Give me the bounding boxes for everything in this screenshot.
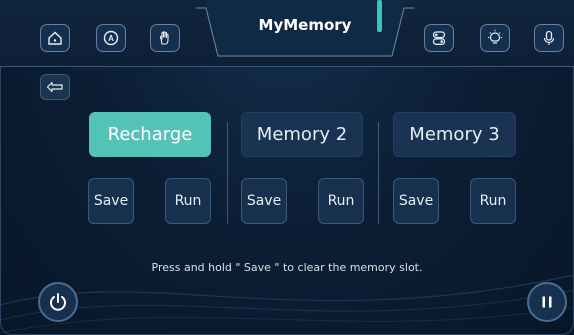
light-button[interactable] xyxy=(480,24,510,52)
back-button[interactable] xyxy=(40,74,70,100)
run-label: Run xyxy=(327,193,355,209)
memory-slot-label: Memory 2 xyxy=(256,124,348,145)
power-button[interactable] xyxy=(38,282,78,322)
auto-mode-button[interactable]: A xyxy=(96,24,126,52)
run-button-slot-3[interactable]: Run xyxy=(470,178,516,224)
top-bar: MyMemory A xyxy=(0,0,574,67)
voice-button[interactable] xyxy=(534,24,564,52)
auto-mode-icon: A xyxy=(103,30,119,46)
hint-text: Press and hold " Save " to clear the mem… xyxy=(151,261,423,274)
home-button[interactable] xyxy=(40,24,70,52)
toggle-settings-button[interactable] xyxy=(424,24,454,52)
hand-icon xyxy=(159,31,169,45)
accent-indicator xyxy=(377,0,382,32)
run-button-slot-2[interactable]: Run xyxy=(318,178,364,224)
run-label: Run xyxy=(479,193,507,209)
pause-button[interactable] xyxy=(527,282,567,322)
svg-text:A: A xyxy=(108,34,114,43)
power-icon xyxy=(50,293,66,311)
light-bulb-icon xyxy=(488,29,502,44)
manual-mode-button[interactable] xyxy=(150,24,180,52)
save-label: Save xyxy=(398,193,434,209)
memory-slot-3-button[interactable]: Memory 3 xyxy=(393,112,516,157)
save-label: Save xyxy=(246,193,282,209)
home-icon xyxy=(48,31,62,45)
save-label: Save xyxy=(93,193,129,209)
save-button-slot-2[interactable]: Save xyxy=(241,178,287,224)
toggle-switch-icon xyxy=(432,31,446,45)
slot-divider xyxy=(378,122,379,224)
memory-slot-2-button[interactable]: Memory 2 xyxy=(241,112,363,157)
save-button-slot-3[interactable]: Save xyxy=(393,178,439,224)
memory-slot-recharge-button[interactable]: Recharge xyxy=(89,112,211,157)
pause-icon xyxy=(542,296,552,308)
memory-slot-label: Recharge xyxy=(107,124,193,145)
back-arrow-icon xyxy=(46,81,63,93)
slot-divider xyxy=(227,122,228,224)
memory-slot-label: Memory 3 xyxy=(409,124,500,145)
save-button-slot-1[interactable]: Save xyxy=(88,178,134,224)
microphone-icon xyxy=(543,30,555,45)
run-button-slot-1[interactable]: Run xyxy=(165,178,211,224)
run-label: Run xyxy=(174,193,202,209)
page-title: MyMemory xyxy=(258,16,352,34)
